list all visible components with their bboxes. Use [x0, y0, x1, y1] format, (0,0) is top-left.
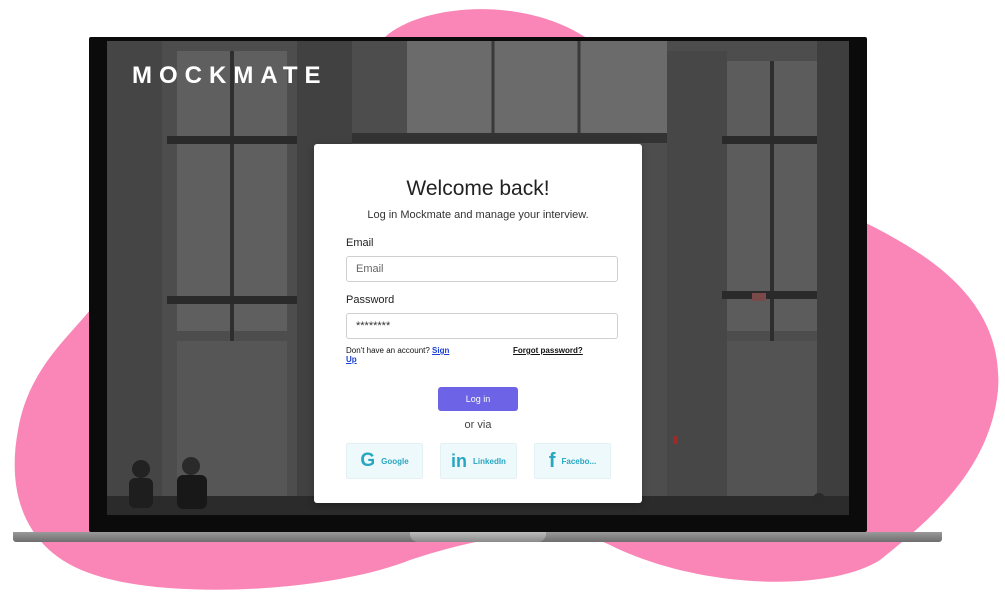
- password-field[interactable]: [346, 313, 618, 339]
- facebook-icon: f: [548, 449, 556, 472]
- signup-link-part2[interactable]: Up: [346, 355, 357, 364]
- forgot-password-link[interactable]: Forgot password?: [513, 346, 583, 355]
- or-via-divider: or via: [464, 419, 492, 431]
- laptop-screen: MOCKMATE Welcome back! Log in Mockmate a…: [107, 41, 849, 515]
- password-label: Password: [346, 294, 395, 306]
- facebook-login-button[interactable]: f Facebo...: [534, 443, 611, 479]
- signup-prompt: Don't have an account? Sign Up: [346, 346, 471, 364]
- email-label: Email: [346, 237, 374, 249]
- linkedin-label: LinkedIn: [473, 456, 506, 466]
- brand-logo: MOCKMATE: [132, 62, 328, 89]
- page-title: Welcome back!: [406, 177, 550, 200]
- google-label: Google: [381, 456, 409, 466]
- google-login-button[interactable]: G Google: [346, 443, 423, 479]
- linkedin-icon: in: [451, 450, 468, 471]
- page-subtitle: Log in Mockmate and manage your intervie…: [367, 209, 589, 221]
- laptop-notch: [410, 532, 546, 542]
- signup-link-part1[interactable]: Sign: [432, 346, 449, 355]
- laptop-frame: MOCKMATE Welcome back! Log in Mockmate a…: [89, 37, 867, 532]
- facebook-label: Facebo...: [561, 456, 597, 466]
- linkedin-login-button[interactable]: in LinkedIn: [440, 443, 517, 479]
- login-button[interactable]: Log in: [438, 387, 518, 411]
- google-icon: G: [360, 450, 376, 471]
- no-account-text: Don't have an account?: [346, 346, 433, 355]
- login-card: Welcome back! Log in Mockmate and manage…: [314, 144, 642, 503]
- email-field[interactable]: [346, 256, 618, 282]
